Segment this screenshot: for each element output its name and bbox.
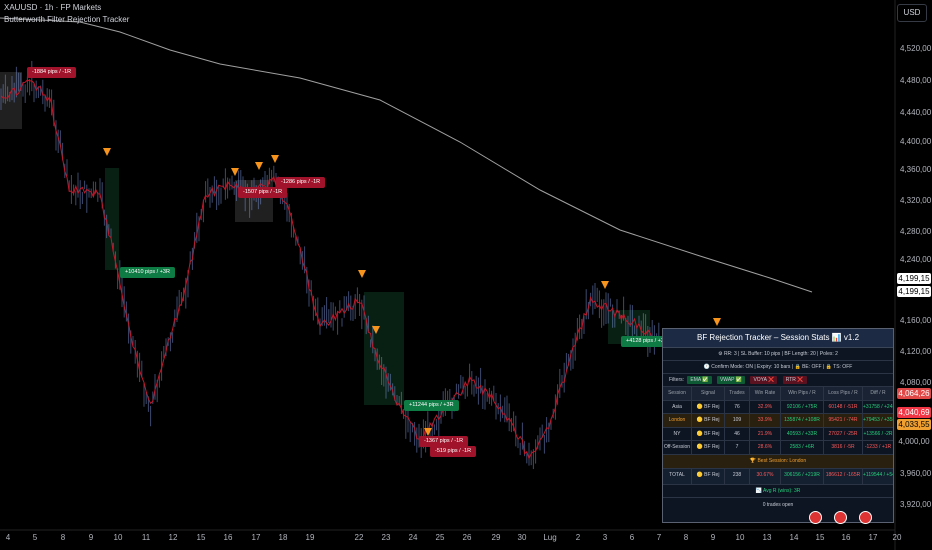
- table-row: Off-Session 🟡 BF Rej 7 28.6% 2583 / +6R 3816 …: [663, 441, 893, 455]
- filter-voya: VOYA ❌: [750, 376, 778, 384]
- x-tick: 16: [841, 533, 851, 542]
- y-tick: 4,160,00: [900, 316, 932, 325]
- x-tick: 12: [168, 533, 178, 542]
- settings-line: ⚙ RR: 3 | SL Buffer: 10 pips | BF Length…: [663, 348, 893, 361]
- rejection-arrow-icon: [231, 168, 239, 176]
- x-tick: 24: [408, 533, 418, 542]
- session-stats-panel: BF Rejection Tracker – Session Stats 📊 v…: [662, 328, 894, 523]
- trade-label-win: +11244 pips / +3R: [404, 400, 459, 411]
- x-tick: 5: [32, 533, 38, 542]
- symbol-title[interactable]: XAUUSD · 1h · FP Markets: [4, 3, 101, 12]
- x-tick: 2: [575, 533, 581, 542]
- x-tick: 22: [354, 533, 364, 542]
- trade-label-loss: -519 pips / -1R: [430, 446, 477, 457]
- x-tick: 9: [88, 533, 94, 542]
- y-tick: 4,120,00: [900, 347, 932, 356]
- panel-title: BF Rejection Tracker – Session Stats 📊 v…: [663, 329, 893, 348]
- filters-line: Filters: EMA ✅ VWAP ✅ VOYA ❌ RTR ❌: [663, 374, 893, 387]
- table-row: Asia 🟡 BF Rej 76 32.9% 92106 / +75R 60148 / -…: [663, 400, 893, 414]
- table-row: London 🟡 BF Rej 109 33.9% 135874 / +108R 9542…: [663, 414, 893, 428]
- x-tick: 23: [381, 533, 391, 542]
- filters-label: Filters:: [669, 377, 684, 383]
- record-button[interactable]: [859, 511, 872, 524]
- x-tick: 4: [5, 533, 11, 542]
- x-tick: 7: [656, 533, 662, 542]
- x-tick: 18: [278, 533, 288, 542]
- rejection-arrow-icon: [271, 155, 279, 163]
- y-tick: 3,920,00: [900, 500, 932, 509]
- trade-zones: [0, 72, 650, 405]
- y-tick: 4,480,00: [900, 76, 932, 85]
- table-header: Session Signal Trades Win Rate Win Pips / RL…: [663, 387, 893, 401]
- filter-vwap: VWAP ✅: [716, 376, 746, 384]
- currency-button[interactable]: USD: [897, 4, 927, 22]
- y-tick: 4,240,00: [900, 255, 932, 264]
- x-tick: 6: [629, 533, 635, 542]
- trade-label-win: +10410 pips / +3R: [120, 267, 175, 278]
- open-trades: 0 trades open: [762, 501, 794, 508]
- x-tick: 17: [251, 533, 261, 542]
- y-tick: 4,520,00: [900, 44, 932, 53]
- total-row: TOTAL 🟡 BF Rej 238 30.67% 306156 / +219R 1866…: [663, 468, 893, 485]
- x-tick: 8: [60, 533, 66, 542]
- y-tick: 4,280,00: [900, 227, 932, 236]
- rejection-arrow-icon: [255, 162, 263, 170]
- butterworth-filter-line: [0, 79, 660, 460]
- x-tick: 16: [223, 533, 233, 542]
- y-tick: 4,400,00: [900, 137, 932, 146]
- trade-label-loss: -1286 pips / -1R: [276, 177, 326, 188]
- x-tick: 11: [141, 533, 151, 542]
- filter-rtr: RTR ❌: [782, 376, 807, 384]
- x-tick: 17: [868, 533, 878, 542]
- y-tick: 4,320,00: [900, 196, 932, 205]
- x-tick: 9: [710, 533, 716, 542]
- trade-label-loss: -1884 pips / -1R: [27, 67, 77, 78]
- x-tick: 29: [491, 533, 501, 542]
- x-tick: 15: [196, 533, 206, 542]
- rejection-arrow-icon: [601, 281, 609, 289]
- filter-ema: EMA ✅: [687, 376, 712, 384]
- price-tag-last: 4,064,26: [897, 388, 931, 399]
- rejection-arrows: [103, 148, 721, 436]
- x-tick: 25: [435, 533, 445, 542]
- rejection-arrow-icon: [358, 270, 366, 278]
- x-tick: 20: [892, 533, 902, 542]
- candlestick-series: [0, 60, 660, 470]
- x-tick: 30: [517, 533, 527, 542]
- x-tick: 19: [305, 533, 315, 542]
- y-tick: 3,960,00: [900, 469, 932, 478]
- indicator-title[interactable]: Butterworth Filter Rejection Tracker: [4, 15, 129, 24]
- y-tick: 4,360,00: [900, 165, 932, 174]
- x-tick: 10: [735, 533, 745, 542]
- x-tick: 10: [113, 533, 123, 542]
- rejection-arrow-icon: [713, 318, 721, 326]
- trade-zone: [364, 292, 404, 405]
- y-tick: 4,080,00: [900, 378, 932, 387]
- record-button[interactable]: [809, 511, 822, 524]
- x-tick: 13: [762, 533, 772, 542]
- x-tick: Lug: [543, 533, 557, 542]
- record-button[interactable]: [834, 511, 847, 524]
- price-tag-filter: 4,033,55: [897, 419, 931, 430]
- x-tick: 26: [462, 533, 472, 542]
- trade-label-loss: -1507 pips / -1R: [238, 187, 288, 198]
- price-tag: 4,000,00: [897, 436, 931, 447]
- price-tag-bid: 4,040,69: [897, 407, 931, 418]
- y-tick: 4,440,00: [900, 108, 932, 117]
- rejection-arrow-icon: [103, 148, 111, 156]
- confirm-line: 🕐 Confirm Mode: ON | Expiry: 10 bars | 🔒…: [663, 361, 893, 374]
- table-row: NY 🟡 BF Rej 46 21.9% 40593 / +33R 27027 / -25…: [663, 427, 893, 441]
- x-tick: 3: [602, 533, 608, 542]
- x-tick: 14: [789, 533, 799, 542]
- best-session: 🏆 Best Session: London: [663, 454, 893, 469]
- long-ma-line: [0, 17, 813, 293]
- price-tag: 4,199,15: [897, 286, 931, 297]
- x-tick: 15: [815, 533, 825, 542]
- price-tag: 4,199,15: [897, 273, 931, 284]
- x-tick: 8: [683, 533, 689, 542]
- avg-r-line: 📉 Avg R (wins): 3R: [663, 485, 893, 498]
